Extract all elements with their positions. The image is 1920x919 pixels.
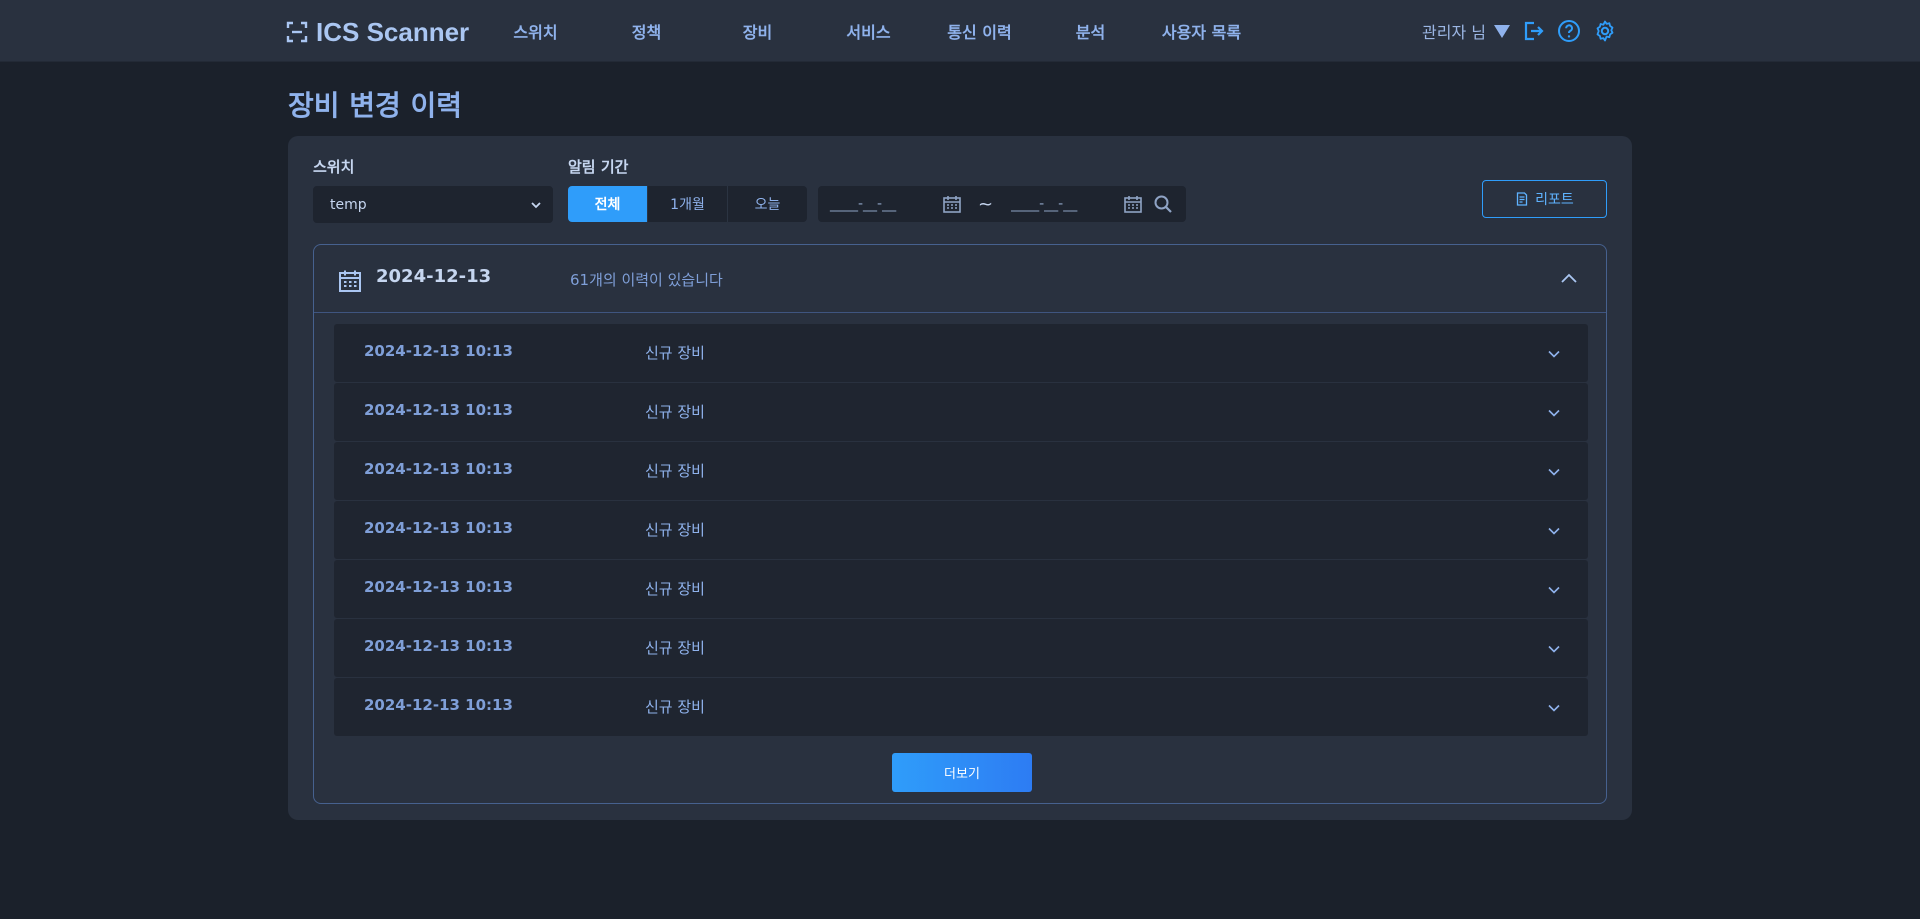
chevron-down-icon [1548, 704, 1560, 712]
date-to-input[interactable]: ____-__-__ [1011, 196, 1123, 212]
switch-select[interactable]: temp [313, 186, 553, 223]
caret-down-icon [1493, 24, 1510, 38]
chevron-down-icon [1548, 468, 1560, 476]
scanner-icon [286, 21, 308, 43]
page-title: 장비 변경 이력 [288, 89, 463, 122]
app-logo[interactable]: ICS Scanner [286, 15, 469, 49]
item-type: 신규 장비 [645, 580, 705, 598]
nav-item-comm-history[interactable]: 통신 이력 [924, 19, 1035, 43]
group-count: 61개의 이력이 있습니다 [570, 271, 723, 289]
item-time: 2024-12-13 10:13 [364, 637, 513, 655]
date-group-header[interactable]: 2024-12-13 61개의 이력이 있습니다 [314, 245, 1606, 313]
date-from-input[interactable]: ____-__-__ [830, 196, 942, 212]
report-button-label: 리포트 [1535, 192, 1574, 208]
document-icon [1517, 192, 1528, 206]
switch-label: 스위치 [313, 158, 355, 176]
user-area: 관리자 님 [1422, 16, 1618, 46]
history-list: 2024-12-13 10:13 신규 장비 2024-12-13 10:13 … [334, 324, 1588, 737]
nav-item-switch[interactable]: 스위치 [480, 19, 591, 43]
list-item[interactable]: 2024-12-13 10:13 신규 장비 [334, 678, 1588, 736]
calendar-icon[interactable] [942, 194, 962, 214]
item-time: 2024-12-13 10:13 [364, 460, 513, 478]
item-type: 신규 장비 [645, 403, 705, 421]
nav-item-analysis[interactable]: 분석 [1035, 19, 1146, 43]
calendar-icon[interactable] [1123, 194, 1143, 214]
period-today-button[interactable]: 오늘 [728, 186, 807, 222]
list-item[interactable]: 2024-12-13 10:13 신규 장비 [334, 560, 1588, 618]
group-date: 2024-12-13 [376, 266, 492, 287]
item-type: 신규 장비 [645, 344, 705, 362]
calendar-icon [339, 270, 361, 292]
period-all-button[interactable]: 전체 [568, 186, 648, 222]
nav-item-service[interactable]: 서비스 [813, 19, 924, 43]
logout-icon[interactable] [1520, 18, 1546, 44]
list-item[interactable]: 2024-12-13 10:13 신규 장비 [334, 442, 1588, 500]
period-toggle: 전체 1개월 오늘 [568, 186, 807, 222]
list-item[interactable]: 2024-12-13 10:13 신규 장비 [334, 324, 1588, 382]
chevron-down-icon [531, 201, 541, 208]
item-type: 신규 장비 [645, 462, 705, 480]
chevron-down-icon [1548, 645, 1560, 653]
switch-select-value: temp [330, 196, 367, 213]
item-time: 2024-12-13 10:13 [364, 696, 513, 714]
top-navigation-bar: ICS Scanner 스위치 정책 장비 서비스 통신 이력 분석 사용자 목… [0, 0, 1920, 62]
item-type: 신규 장비 [645, 521, 705, 539]
app-title: ICS Scanner [316, 16, 470, 47]
chevron-down-icon [1548, 409, 1560, 417]
list-item[interactable]: 2024-12-13 10:13 신규 장비 [334, 383, 1588, 441]
user-menu[interactable]: 관리자 님 [1422, 19, 1510, 43]
chevron-down-icon [1548, 586, 1560, 594]
list-item[interactable]: 2024-12-13 10:13 신규 장비 [334, 501, 1588, 559]
item-time: 2024-12-13 10:13 [364, 519, 513, 537]
gear-icon[interactable] [1592, 18, 1618, 44]
date-group-panel: 2024-12-13 61개의 이력이 있습니다 2024-12-13 10:1… [313, 244, 1607, 804]
help-icon[interactable] [1556, 18, 1582, 44]
chevron-down-icon [1548, 527, 1560, 535]
item-type: 신규 장비 [645, 639, 705, 657]
list-item[interactable]: 2024-12-13 10:13 신규 장비 [334, 619, 1588, 677]
user-name-label: 관리자 님 [1422, 23, 1486, 42]
nav-item-policy[interactable]: 정책 [591, 19, 702, 43]
load-more-button[interactable]: 더보기 [892, 753, 1032, 792]
chevron-up-icon[interactable] [1558, 267, 1580, 289]
item-time: 2024-12-13 10:13 [364, 578, 513, 596]
report-button[interactable]: 리포트 [1482, 180, 1607, 218]
range-separator: ~ [978, 193, 994, 215]
nav-item-user-list[interactable]: 사용자 목록 [1146, 19, 1257, 43]
item-time: 2024-12-13 10:13 [364, 401, 513, 419]
search-icon[interactable] [1153, 194, 1173, 214]
period-label: 알림 기간 [568, 158, 629, 176]
period-month-button[interactable]: 1개월 [648, 186, 728, 222]
chevron-down-icon [1548, 350, 1560, 358]
date-range-picker: ____-__-__ ~ ____-__-__ [818, 186, 1186, 222]
item-type: 신규 장비 [645, 698, 705, 716]
history-card: 스위치 temp 알림 기간 전체 1개월 오늘 ____-__-__ ~ __… [288, 136, 1632, 820]
nav-item-device[interactable]: 장비 [702, 19, 813, 43]
main-nav: 스위치 정책 장비 서비스 통신 이력 분석 사용자 목록 [480, 0, 1257, 62]
item-time: 2024-12-13 10:13 [364, 342, 513, 360]
